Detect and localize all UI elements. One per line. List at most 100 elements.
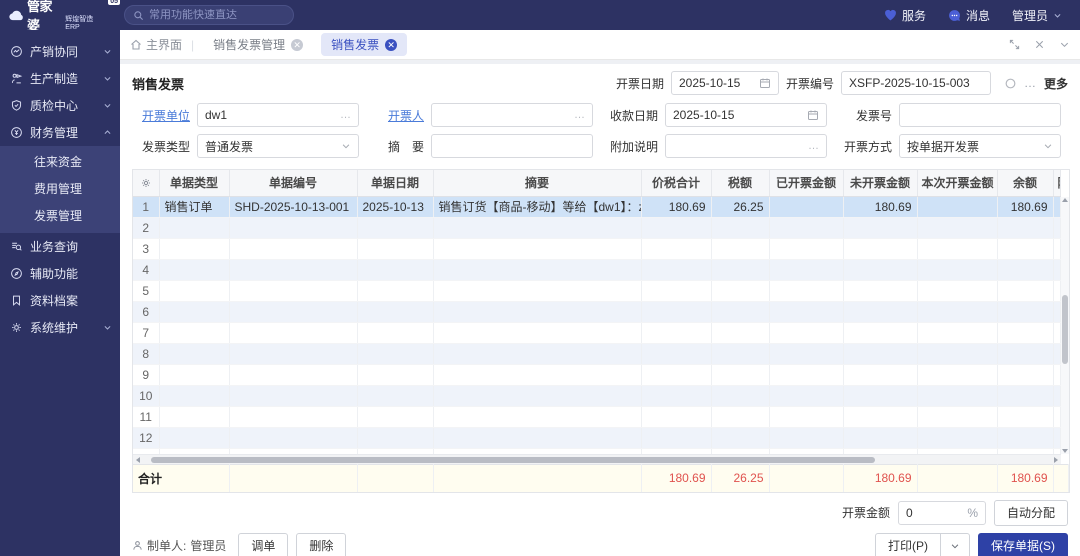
print-dropdown-button[interactable] bbox=[941, 533, 970, 556]
refresh-icon[interactable] bbox=[1004, 77, 1017, 90]
billing-unit-label[interactable]: 开票单位 bbox=[132, 107, 190, 124]
scroll-up-arrow[interactable] bbox=[1062, 198, 1068, 202]
collaboration-icon bbox=[10, 45, 23, 58]
more-link[interactable]: 更多 bbox=[1044, 75, 1068, 92]
sidebar-item-collaboration[interactable]: 产销协同 bbox=[0, 38, 120, 65]
billing-unit-input[interactable]: dw1… bbox=[197, 103, 359, 127]
tab-close-icon[interactable]: ✕ bbox=[385, 39, 397, 51]
column-header: 单据类型 bbox=[159, 170, 229, 196]
calendar-icon[interactable] bbox=[807, 109, 819, 121]
summary-input[interactable] bbox=[431, 134, 593, 158]
additional-note-input[interactable]: … bbox=[665, 134, 827, 158]
query-icon bbox=[10, 240, 23, 253]
chevron-down-icon[interactable] bbox=[341, 141, 351, 151]
invoice-date-label: 开票日期 bbox=[616, 75, 664, 92]
total-row: 合计 180.6926.25 180.69180.69 bbox=[133, 464, 1069, 492]
maker-label: 制单人: bbox=[147, 537, 186, 554]
drawer-label[interactable]: 开票人 bbox=[366, 107, 424, 124]
receipt-date-input[interactable]: 2025-10-15 bbox=[665, 103, 827, 127]
sidebar-item-business-query[interactable]: 业务查询 bbox=[0, 233, 120, 260]
column-header: 单据日期 bbox=[357, 170, 433, 196]
sidebar-subitem-funds[interactable]: 往来资金 bbox=[0, 149, 120, 176]
column-header: 附加 bbox=[1053, 170, 1061, 196]
field-summary: 摘 要 bbox=[366, 134, 593, 158]
sidebar-subitem-invoice[interactable]: 发票管理 bbox=[0, 203, 120, 230]
billing-method-input[interactable]: 按单据开发票 bbox=[899, 134, 1061, 158]
auxiliary-icon bbox=[10, 267, 23, 280]
sidebar-item-quality-center[interactable]: 质检中心 bbox=[0, 92, 120, 119]
column-settings[interactable] bbox=[133, 170, 159, 196]
retrieve-doc-button[interactable]: 调单 bbox=[238, 533, 288, 556]
table-row[interactable]: 3 bbox=[133, 238, 1061, 259]
table-row[interactable]: 5 bbox=[133, 280, 1061, 301]
topbar: 管家婆 辉煌智造ERP 05 服务 消息 管理员 bbox=[0, 0, 1080, 30]
sidebar-item-label: 业务查询 bbox=[30, 238, 112, 255]
save-button[interactable]: 保存单据(S) bbox=[978, 533, 1068, 556]
sidebar-item-system-maintenance[interactable]: 系统维护 bbox=[0, 314, 120, 341]
sidebar-item-finance[interactable]: 财务管理 bbox=[0, 119, 120, 146]
invoice-amount-input[interactable]: 0 % bbox=[898, 501, 986, 525]
sidebar-submenu: 往来资金费用管理发票管理 bbox=[0, 146, 120, 233]
table-row[interactable]: 9 bbox=[133, 364, 1061, 385]
quick-search[interactable] bbox=[124, 5, 294, 25]
invoice-type-input[interactable]: 普通发票 bbox=[197, 134, 359, 158]
delete-button[interactable]: 删除 bbox=[296, 533, 346, 556]
chevron-down-icon[interactable] bbox=[1043, 141, 1053, 151]
invoice-type-label: 发票类型 bbox=[132, 138, 190, 155]
horizontal-scroll-thumb[interactable] bbox=[151, 457, 875, 463]
table-row[interactable]: 7 bbox=[133, 322, 1061, 343]
service-menu[interactable]: 服务 bbox=[884, 7, 926, 24]
messages-menu[interactable]: 消息 bbox=[948, 7, 990, 24]
auto-allocate-button[interactable]: 自动分配 bbox=[994, 500, 1068, 526]
tab-sales-invoice-management[interactable]: 销售发票管理 ✕ bbox=[203, 33, 313, 56]
close-icon[interactable] bbox=[1034, 39, 1045, 50]
home-tab[interactable]: 主界面 bbox=[130, 36, 182, 53]
horizontal-scrollbar[interactable] bbox=[133, 454, 1061, 464]
summary-label: 摘 要 bbox=[366, 138, 424, 155]
chevron-down-icon bbox=[103, 47, 112, 56]
table-row[interactable]: 2 bbox=[133, 217, 1061, 238]
vertical-scroll-thumb[interactable] bbox=[1062, 295, 1068, 364]
more-options-ellipsis[interactable]: … bbox=[1024, 76, 1037, 90]
sidebar-item-archives[interactable]: 资料档案 bbox=[0, 287, 120, 314]
table-row[interactable]: 12 bbox=[133, 427, 1061, 448]
tab-sales-invoice[interactable]: 销售发票 ✕ bbox=[321, 33, 407, 56]
ellipsis-icon: … bbox=[574, 109, 585, 121]
percent-suffix: % bbox=[967, 506, 978, 520]
sidebar-item-label: 系统维护 bbox=[30, 319, 96, 336]
ellipsis-icon: … bbox=[808, 140, 819, 152]
sidebar-item-label: 产销协同 bbox=[30, 43, 96, 60]
table-row[interactable]: 4 bbox=[133, 259, 1061, 280]
print-button[interactable]: 打印(P) bbox=[875, 533, 941, 556]
invoice-date-input[interactable]: 2025-10-15 bbox=[671, 71, 779, 95]
collapse-icon[interactable] bbox=[1059, 39, 1070, 50]
search-input[interactable] bbox=[149, 9, 285, 21]
chat-bubble-icon bbox=[948, 9, 961, 22]
invoice-code-input[interactable]: XSFP-2025-10-15-003 bbox=[841, 71, 991, 95]
sidebar-item-manufacturing[interactable]: 生产制造 bbox=[0, 65, 120, 92]
scroll-down-arrow[interactable] bbox=[1062, 449, 1068, 453]
table-row[interactable]: 8 bbox=[133, 343, 1061, 364]
invoice-number-label: 发票号 bbox=[834, 107, 892, 124]
vertical-scrollbar[interactable] bbox=[1061, 197, 1069, 454]
tab-close-icon[interactable]: ✕ bbox=[291, 39, 303, 51]
invoice-number-input[interactable] bbox=[899, 103, 1061, 127]
scroll-right-arrow[interactable] bbox=[1054, 457, 1058, 463]
tab-label: 销售发票管理 bbox=[213, 36, 285, 53]
sidebar-subitem-expense[interactable]: 费用管理 bbox=[0, 176, 120, 203]
chevron-down-icon bbox=[103, 74, 112, 83]
scroll-left-arrow[interactable] bbox=[136, 457, 140, 463]
table-row[interactable]: 6 bbox=[133, 301, 1061, 322]
invoice-code-label: 开票编号 bbox=[786, 75, 834, 92]
ellipsis-icon: … bbox=[340, 109, 351, 121]
table-row[interactable]: 10 bbox=[133, 385, 1061, 406]
grid-header-row: 单据类型单据编号单据日期摘要价税合计税额已开票金额未开票金额本次开票金额余额附加 bbox=[133, 170, 1061, 196]
version-badge: 05 bbox=[108, 0, 120, 5]
sidebar-item-auxiliary[interactable]: 辅助功能 bbox=[0, 260, 120, 287]
user-menu[interactable]: 管理员 bbox=[1012, 7, 1062, 24]
drawer-input[interactable]: … bbox=[431, 103, 593, 127]
table-row[interactable]: 1销售订单SHD-2025-10-13-0012025-10-13销售订货【商品… bbox=[133, 196, 1061, 217]
table-row[interactable]: 11 bbox=[133, 406, 1061, 427]
expand-icon[interactable] bbox=[1009, 39, 1020, 50]
tab-label: 销售发票 bbox=[331, 36, 379, 53]
